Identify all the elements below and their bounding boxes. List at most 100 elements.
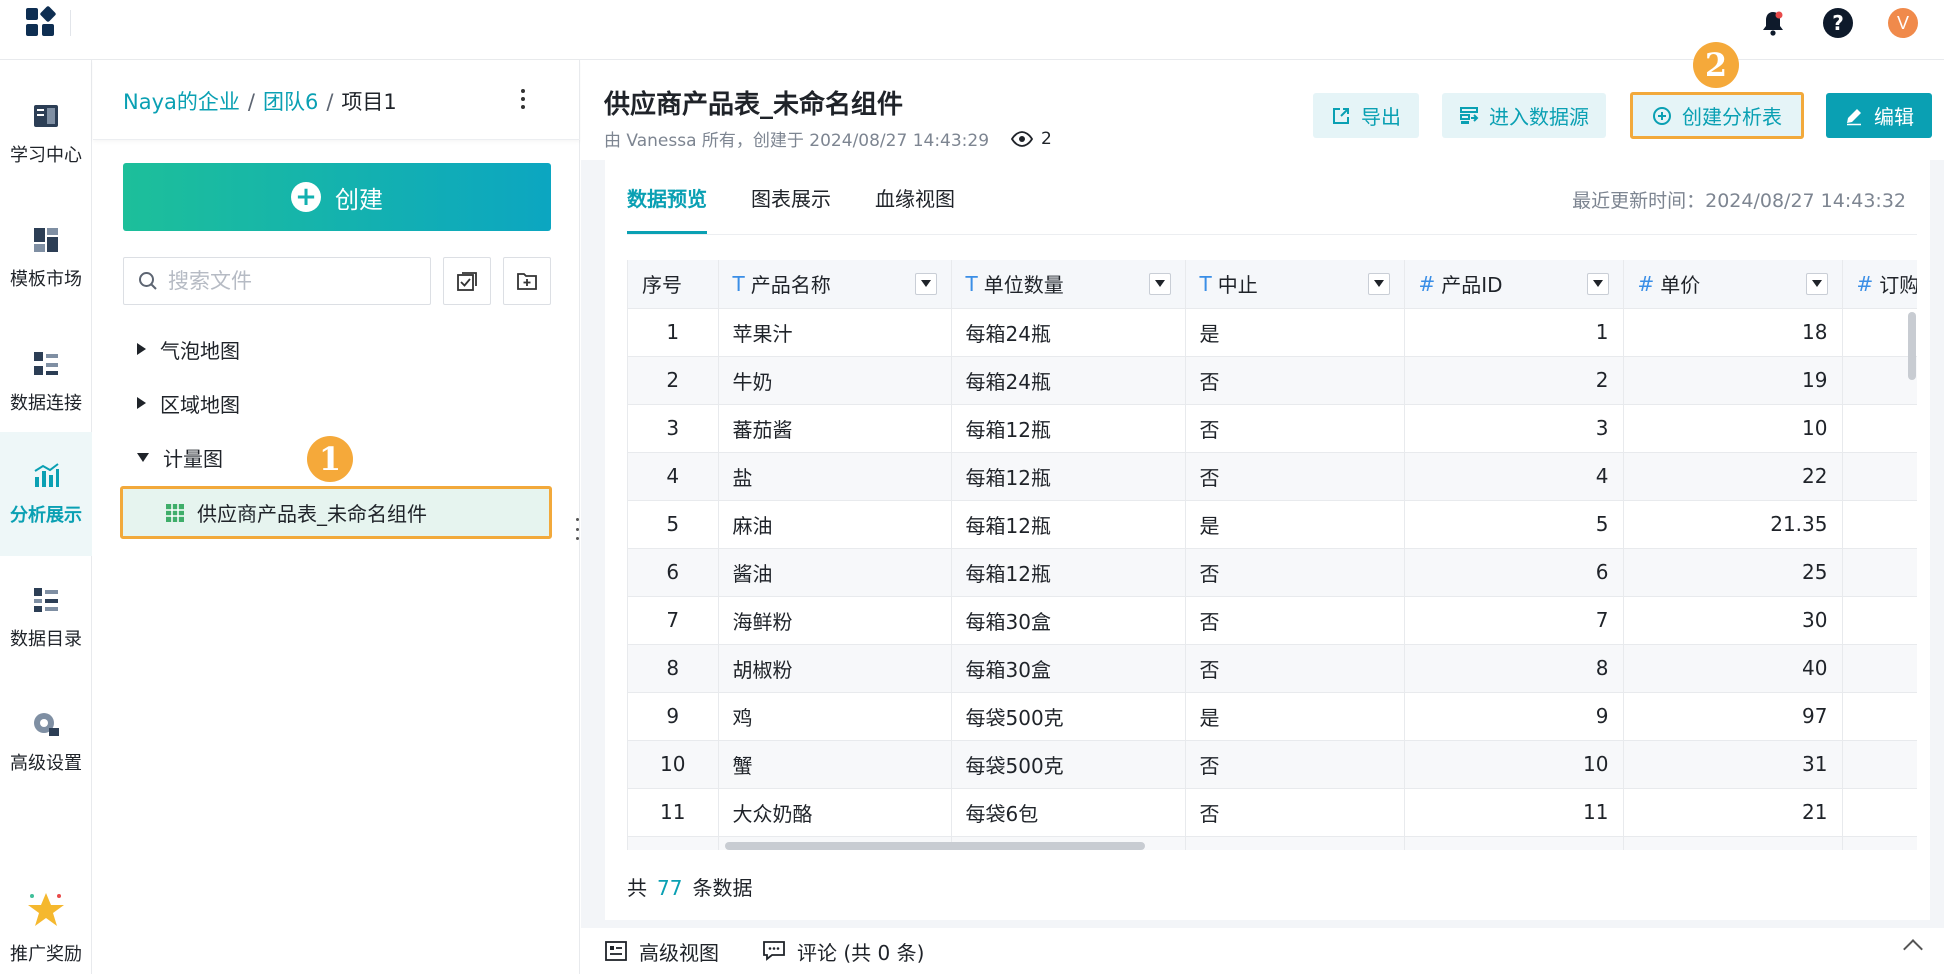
nav-label: 学习中心	[10, 145, 82, 166]
nav-item-learning[interactable]: 学习中心	[0, 72, 92, 196]
enter-data-source-button[interactable]: 进入数据源	[1442, 93, 1606, 138]
table-cell: 2	[1404, 356, 1624, 405]
expand-arrow-icon	[137, 397, 146, 409]
export-button[interactable]: 导出	[1313, 93, 1419, 138]
breadcrumb-team[interactable]: 团队6	[263, 90, 318, 114]
tab-bar: 数据预览 图表展示 血缘视图	[627, 160, 955, 234]
content-card: 数据预览 图表展示 血缘视图 最近更新时间：2024/08/27 14:43:3…	[605, 160, 1930, 920]
table-cell: 3	[628, 404, 719, 453]
table-cell	[1842, 692, 1917, 741]
table-row[interactable]: 3 蕃茄酱 每箱12瓶否 3 10	[628, 404, 1917, 453]
more-menu-icon[interactable]	[513, 86, 533, 112]
text-type-icon: T	[1199, 271, 1212, 296]
column-dropdown-icon[interactable]	[1586, 272, 1609, 295]
tab-lineage-view[interactable]: 血缘视图	[875, 160, 955, 234]
chevron-up-icon[interactable]	[1903, 939, 1923, 959]
tree-folder-gauge[interactable]: 计量图	[137, 442, 223, 472]
table-cell: 10	[628, 740, 719, 789]
app-grid-icon[interactable]	[26, 5, 57, 38]
expand-arrow-icon	[137, 343, 146, 355]
table-cell: 蕃茄酱	[718, 404, 952, 453]
column-dropdown-icon[interactable]	[1805, 272, 1828, 295]
column-header-index: 序号	[628, 260, 719, 309]
table-row[interactable]: 6 酱油 每箱12瓶否 6 25	[628, 548, 1917, 597]
table-cell: 否	[1185, 644, 1405, 693]
table-cell: 每箱24瓶	[951, 308, 1186, 357]
table-row[interactable]: 2 牛奶 每箱24瓶否 2 19	[628, 356, 1917, 405]
table-cell: 否	[1185, 404, 1405, 453]
breadcrumb-bar: Naya的企业 / 团队6 / 项目1	[93, 60, 580, 140]
panel-resize-handle[interactable]	[574, 518, 580, 540]
search-input[interactable]	[168, 269, 408, 293]
template-icon	[31, 225, 61, 255]
data-table: 序号 T 产品名称 T 单位数量 T 中止 # 产品ID # 单价 # 订购 1 苹果汁 每箱2…	[628, 260, 1917, 850]
column-header-unit-price[interactable]: # 单价	[1623, 260, 1843, 309]
data-source-icon	[1460, 106, 1479, 124]
nav-item-data-connect[interactable]: 数据连接	[0, 320, 92, 444]
bell-icon[interactable]	[1758, 8, 1788, 38]
table-cell	[1842, 644, 1917, 693]
table-cell: 否	[1185, 548, 1405, 597]
tree-folder-label: 气泡地图	[160, 338, 240, 363]
column-header-product-id[interactable]: # 产品ID	[1404, 260, 1624, 309]
horizontal-scrollbar[interactable]	[725, 842, 1145, 850]
table-cell: 海鲜粉	[718, 596, 952, 645]
avatar[interactable]: V	[1888, 8, 1918, 38]
nav-item-template-market[interactable]: 模板市场	[0, 196, 92, 320]
table-row[interactable]: 1 苹果汁 每箱24瓶是 1 18	[628, 308, 1917, 357]
tree-file-selected[interactable]: 供应商产品表_未命名组件	[120, 486, 552, 539]
nav-item-promotion-reward[interactable]: 推广奖励	[0, 878, 92, 974]
table-row[interactable]: 10 蟹每袋500克否 10 31	[628, 740, 1917, 789]
total-count: 77	[657, 876, 683, 900]
table-row[interactable]: 4 盐每箱12瓶否 4 22	[628, 452, 1917, 501]
column-header-discontinued[interactable]: T 中止	[1185, 260, 1405, 309]
tab-data-preview[interactable]: 数据预览	[627, 160, 707, 234]
column-dropdown-icon[interactable]	[1367, 272, 1390, 295]
tree-folder-bubble-map[interactable]: 气泡地图	[137, 334, 240, 364]
table-row[interactable]: 5 麻油 每箱12瓶是 5 21.35	[628, 500, 1917, 549]
nav-label: 模板市场	[10, 269, 82, 290]
vertical-scrollbar[interactable]	[1908, 312, 1916, 380]
table-cell: 5	[628, 500, 719, 549]
table-file-icon	[166, 503, 184, 522]
batch-select-button[interactable]	[443, 257, 491, 305]
table-cell: 40	[1623, 644, 1843, 693]
table-cell: 麻油	[718, 500, 952, 549]
data-table-container[interactable]: 序号 T 产品名称 T 单位数量 T 中止 # 产品ID # 单价 # 订购 1 苹果汁 每箱2…	[627, 260, 1917, 850]
table-row[interactable]: 7 海鲜粉 每箱30盒否 7 30	[628, 596, 1917, 645]
tree-folder-region-map[interactable]: 区域地图	[137, 388, 240, 418]
step-marker-1: 1	[307, 436, 353, 482]
column-dropdown-icon[interactable]	[914, 272, 937, 295]
column-header-order[interactable]: # 订购	[1842, 260, 1917, 309]
help-icon[interactable]: ?	[1823, 8, 1853, 38]
column-header-unit-quantity[interactable]: T 单位数量	[951, 260, 1186, 309]
table-cell	[1842, 596, 1917, 645]
plus-circle-icon: +	[291, 182, 321, 212]
table-cell: 每箱30盒	[951, 596, 1186, 645]
breadcrumb-org[interactable]: Naya的企业	[123, 90, 240, 114]
row-total: 共 77 条数据	[627, 872, 752, 901]
create-button[interactable]: + 创建	[123, 163, 551, 231]
table-row[interactable]: 9 鸡每袋500克是 9 97	[628, 692, 1917, 741]
advanced-view-toggle[interactable]: 高级视图	[605, 937, 719, 966]
column-dropdown-icon[interactable]	[1148, 272, 1171, 295]
table-row[interactable]: 11 大众奶酪 每袋6包否 11 21	[628, 788, 1917, 837]
table-cell: 21.35	[1623, 500, 1843, 549]
nav-item-analysis[interactable]: 分析展示	[0, 432, 92, 556]
table-cell	[1842, 404, 1917, 453]
analysis-icon	[31, 461, 61, 491]
search-icon	[139, 272, 157, 290]
nav-item-data-catalog[interactable]: 数据目录	[0, 556, 92, 680]
table-cell: 是	[1185, 692, 1405, 741]
table-cell: 7	[1404, 596, 1624, 645]
nav-item-advanced-settings[interactable]: 高级设置	[0, 680, 92, 804]
comments-toggle[interactable]: 评论 (共 0 条)	[763, 937, 924, 966]
table-cell: 牛奶	[718, 356, 952, 405]
edit-button[interactable]: 编辑	[1826, 93, 1932, 138]
column-header-product-name[interactable]: T 产品名称	[718, 260, 952, 309]
nav-label: 分析展示	[10, 505, 82, 526]
tab-chart-display[interactable]: 图表展示	[751, 160, 831, 234]
new-folder-button[interactable]	[503, 257, 551, 305]
create-analysis-table-button[interactable]: 创建分析表	[1630, 92, 1804, 139]
table-row[interactable]: 8 胡椒粉 每箱30盒否 8 40	[628, 644, 1917, 693]
